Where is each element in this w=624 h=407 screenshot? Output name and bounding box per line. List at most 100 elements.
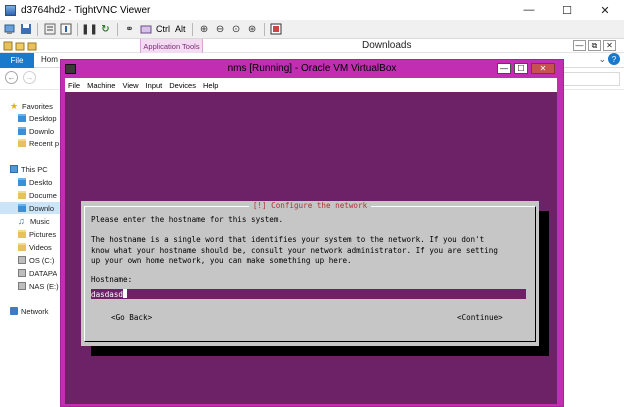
vnc-window-controls: — ☐ ✕ <box>510 0 624 20</box>
send-win-key-button[interactable] <box>139 23 152 36</box>
alt-key-toggle[interactable]: Alt <box>174 24 187 34</box>
fullscreen-button[interactable] <box>270 23 283 36</box>
nav-item-documents[interactable]: Docume <box>18 189 57 201</box>
menu-devices[interactable]: Devices <box>169 81 196 90</box>
help-icon[interactable]: ? <box>608 53 620 65</box>
pictures-folder-icon <box>18 230 26 238</box>
zoom-100-button[interactable]: ⊙ <box>230 23 243 36</box>
application-tools-tab[interactable]: Application Tools <box>140 39 203 53</box>
toolbar-separator <box>117 22 118 36</box>
hostname-label: Hostname: <box>91 275 133 284</box>
hostname-prompt: Please enter the hostname for this syste… <box>91 215 284 224</box>
menu-input[interactable]: Input <box>146 81 163 90</box>
hostname-explanation-line-3: up your own home network, you can make s… <box>91 256 352 265</box>
vnc-toolbar: ❚❚ ↻ ⚭ Ctrl Alt ⊕ ⊖ ⊙ ⊛ <box>0 20 624 39</box>
nav-label: Downlo <box>29 126 55 136</box>
nav-item-favorites[interactable]: ★ Favorites <box>10 100 53 112</box>
videos-folder-icon <box>18 243 26 251</box>
connection-info-button[interactable] <box>59 23 72 36</box>
refresh-icon: ↻ <box>101 23 110 35</box>
pause-icon: ❚❚ <box>81 23 98 35</box>
ctrl-key-toggle[interactable]: Ctrl <box>155 24 171 34</box>
nav-label: Network <box>21 306 49 316</box>
minimize-icon: — <box>523 4 535 16</box>
nav-item-desktop[interactable]: Desktop <box>18 112 57 124</box>
virtualbox-menubar: File Machine View Input Devices Help <box>65 78 557 92</box>
vm-maximize-button[interactable]: ☐ <box>514 63 528 74</box>
properties-icon[interactable] <box>3 41 13 51</box>
minimize-button[interactable]: — <box>510 0 548 20</box>
folder-icon[interactable] <box>27 41 37 51</box>
downloads-folder-icon <box>18 204 26 212</box>
nav-label: Favorites <box>22 101 53 111</box>
vm-minimize-button[interactable]: — <box>497 63 511 74</box>
link-icon: ⚭ <box>125 23 134 35</box>
explorer-restore-button[interactable]: ⧉ <box>588 40 601 51</box>
nav-label: Videos <box>29 242 52 252</box>
close-button[interactable]: ✕ <box>586 0 624 20</box>
nav-item-videos[interactable]: Videos <box>18 241 52 253</box>
zoom-fit-button[interactable]: ⊛ <box>246 23 259 36</box>
send-ctrl-alt-del-button[interactable]: ⚭ <box>123 23 136 36</box>
maximize-button[interactable]: ☐ <box>548 0 586 20</box>
nav-label: Deskto <box>29 177 53 187</box>
file-tab[interactable]: File <box>0 53 34 68</box>
menu-machine[interactable]: Machine <box>87 81 115 90</box>
explorer-close-button[interactable]: ✕ <box>603 40 616 51</box>
close-icon: ✕ <box>606 41 613 50</box>
nav-item-os-drive[interactable]: OS (C:) <box>18 254 54 266</box>
nav-item-datapart[interactable]: DATAPA <box>18 267 57 279</box>
arrow-left-icon: ← <box>7 73 16 82</box>
zoom-out-button[interactable]: ⊖ <box>214 23 227 36</box>
text-cursor <box>123 289 128 298</box>
minimize-icon: — <box>575 41 584 50</box>
new-connection-button[interactable] <box>3 23 16 36</box>
explorer-window-controls: — ⧉ ✕ <box>573 40 616 51</box>
zoom-in-button[interactable]: ⊕ <box>198 23 211 36</box>
back-button[interactable]: ← <box>5 71 18 84</box>
nav-item-network[interactable]: Network <box>10 305 49 317</box>
virtualbox-window: nms [Running] - Oracle VM VirtualBox — ☐… <box>60 59 564 407</box>
continue-button[interactable]: <Continue> <box>457 313 503 324</box>
navigation-pane: ★ Favorites Desktop Downlo Recent p This … <box>0 90 60 407</box>
arrow-right-icon: → <box>25 73 34 82</box>
chevron-down-icon[interactable]: ⌄ <box>598 54 606 65</box>
vm-display[interactable]: [!] Configure the network Please enter t… <box>65 92 557 404</box>
nav-item-this-pc[interactable]: This PC <box>10 163 48 175</box>
forward-button[interactable]: → <box>23 71 36 84</box>
computer-icon <box>10 165 18 173</box>
go-back-button[interactable]: <Go Back> <box>111 313 152 324</box>
hostname-input[interactable]: dasdasd <box>91 289 526 299</box>
info-icon <box>60 23 71 35</box>
network-icon <box>10 307 18 315</box>
menu-file[interactable]: File <box>68 81 80 90</box>
nav-label: DATAPA <box>29 268 58 278</box>
fullscreen-icon <box>270 23 282 35</box>
music-icon: ♫ <box>18 216 25 226</box>
explorer-titlebar: Application Tools Downloads — ⧉ ✕ <box>0 39 624 53</box>
nav-label: NAS (E:) <box>29 281 59 291</box>
nav-label: Music <box>30 216 50 226</box>
home-tab[interactable]: Hom <box>41 55 58 64</box>
maximize-icon: ☐ <box>517 64 525 73</box>
nav-item-nas[interactable]: NAS (E:) <box>18 280 59 292</box>
options-button[interactable] <box>43 23 56 36</box>
nav-item-pc-downloads[interactable]: Downlo <box>0 202 60 214</box>
nav-label: Downlo <box>29 203 55 213</box>
vm-close-button[interactable]: ✕ <box>531 63 555 74</box>
nav-item-downloads[interactable]: Downlo <box>18 125 54 137</box>
refresh-button[interactable]: ↻ <box>99 23 112 36</box>
explorer-minimize-button[interactable]: — <box>573 40 586 51</box>
pause-button[interactable]: ❚❚ <box>81 23 98 36</box>
menu-view[interactable]: View <box>122 81 138 90</box>
nav-item-recent-places[interactable]: Recent p <box>18 137 59 149</box>
menu-help[interactable]: Help <box>203 81 218 90</box>
nav-item-pc-desktop[interactable]: Deskto <box>18 176 52 188</box>
hostname-explanation-line-2: know what your hostname should be, consu… <box>91 245 498 255</box>
new-folder-icon[interactable] <box>15 41 25 51</box>
save-session-button[interactable] <box>19 23 32 36</box>
nav-item-pictures[interactable]: Pictures <box>18 228 56 240</box>
nav-item-music[interactable]: ♫ Music <box>18 215 50 227</box>
nav-label: Docume <box>29 190 57 200</box>
nav-label: Desktop <box>29 113 57 123</box>
